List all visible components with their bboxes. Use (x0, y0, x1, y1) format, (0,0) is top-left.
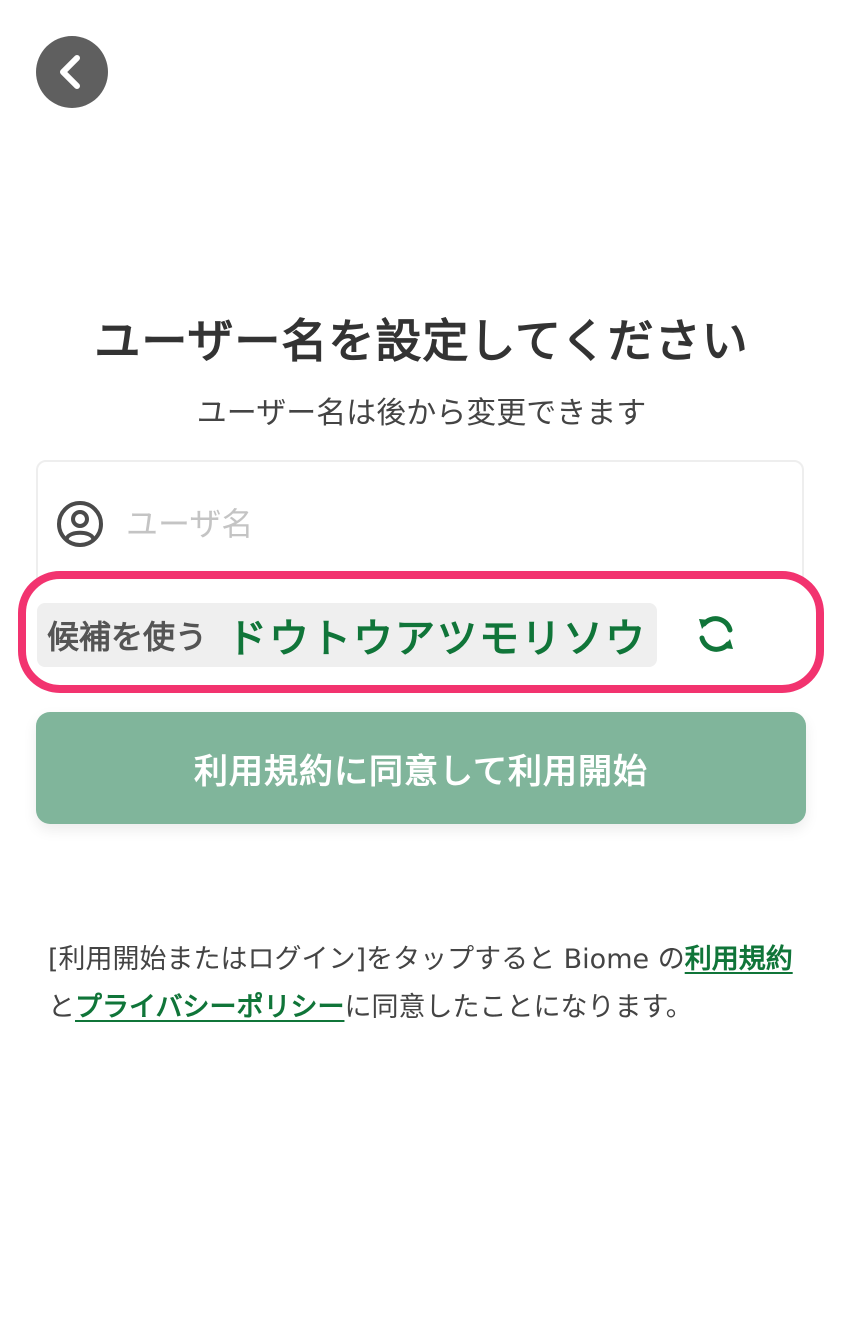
use-suggestion-button[interactable]: 候補を使う ドウトウアツモリソウ (37, 603, 658, 667)
privacy-policy-link[interactable]: プライバシーポリシー (75, 992, 344, 1023)
use-suggestion-label: 候補を使う (47, 618, 208, 656)
username-input[interactable] (126, 505, 726, 543)
username-field[interactable] (56, 494, 786, 554)
terms-of-service-link[interactable]: 利用規約 (685, 944, 793, 975)
page-subtitle: ユーザー名は後から変更できます (196, 396, 647, 431)
refresh-suggestion-button[interactable] (692, 610, 740, 658)
terms-notice: [利用開始またはログイン]をタップすると Biome の利用規約とプライバシーポ… (48, 936, 798, 1032)
page-title: ユーザー名を設定してください (94, 314, 749, 368)
terms-text-after: に同意したことになります。 (344, 992, 693, 1023)
user-circle-icon (57, 501, 103, 547)
refresh-icon (699, 616, 733, 652)
chevron-left-icon (60, 55, 80, 89)
back-button[interactable] (36, 36, 108, 108)
suggested-username: ドウトウアツモリソウ (227, 616, 648, 662)
agree-and-start-button[interactable]: 利用規約に同意して利用開始 (36, 712, 806, 824)
set-username-screen: ユーザー名を設定してください ユーザー名は後から変更できます 候補を使う ドウト… (0, 0, 843, 1323)
terms-text-before: [利用開始またはログイン]をタップすると Biome の (48, 944, 685, 975)
terms-text-middle: と (48, 992, 75, 1023)
